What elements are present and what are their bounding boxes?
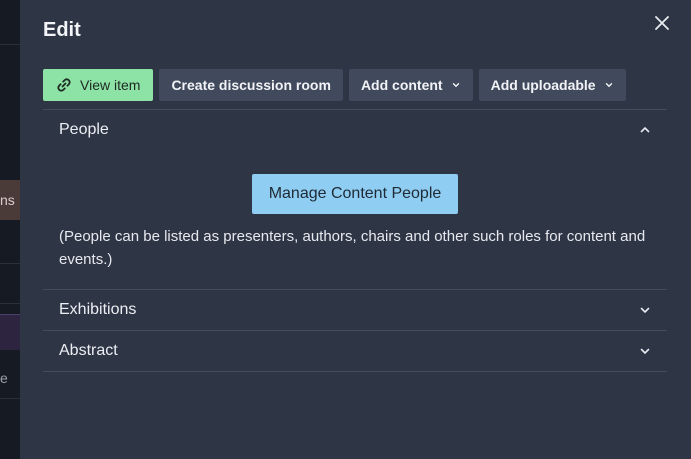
background-divider (0, 303, 20, 304)
drawer-title: Edit (43, 19, 81, 41)
edit-drawer: Edit View item Create discussion room Ad… (20, 0, 691, 459)
section-abstract-header[interactable]: Abstract (43, 331, 667, 371)
people-help-text: (People can be listed as presenters, aut… (59, 228, 646, 268)
section-exhibitions-title: Exhibitions (59, 301, 137, 318)
accordion: People Manage Content People (People can… (43, 109, 667, 372)
add-content-dropdown[interactable]: Add content (348, 69, 473, 101)
close-button[interactable] (651, 12, 673, 34)
link-icon (57, 78, 71, 92)
close-icon (655, 16, 669, 30)
background-divider (0, 44, 20, 45)
background-divider (0, 263, 20, 264)
add-content-label: Add content (360, 77, 443, 93)
section-people-body: Manage Content People (People can be lis… (43, 150, 667, 289)
chevron-down-icon (640, 348, 650, 355)
add-uploadable-dropdown[interactable]: Add uploadable (478, 69, 626, 101)
background-divider (0, 398, 20, 399)
section-people-header[interactable]: People (43, 110, 667, 150)
view-item-label: View item (80, 77, 141, 93)
background-highlight (0, 314, 20, 350)
view-item-button[interactable]: View item (43, 69, 154, 101)
create-discussion-room-label: Create discussion room (171, 77, 331, 93)
background-fragment: e (0, 370, 8, 386)
manage-content-people-button[interactable]: Manage Content People (251, 174, 459, 214)
section-exhibitions: Exhibitions (43, 289, 667, 330)
chevron-down-icon (452, 83, 459, 88)
section-exhibitions-header[interactable]: Exhibitions (43, 290, 667, 330)
background-fragment: ns (0, 180, 20, 220)
section-abstract: Abstract (43, 330, 667, 372)
create-discussion-room-button[interactable]: Create discussion room (159, 69, 343, 101)
chevron-down-icon (640, 307, 650, 314)
chevron-up-icon (640, 126, 650, 133)
add-uploadable-label: Add uploadable (490, 77, 596, 93)
toolbar: View item Create discussion room Add con… (43, 69, 626, 101)
background-page: ns e (0, 0, 20, 459)
chevron-down-icon (605, 83, 612, 88)
section-people: People Manage Content People (People can… (43, 109, 667, 289)
section-people-title: People (59, 121, 109, 138)
section-abstract-title: Abstract (59, 342, 118, 359)
